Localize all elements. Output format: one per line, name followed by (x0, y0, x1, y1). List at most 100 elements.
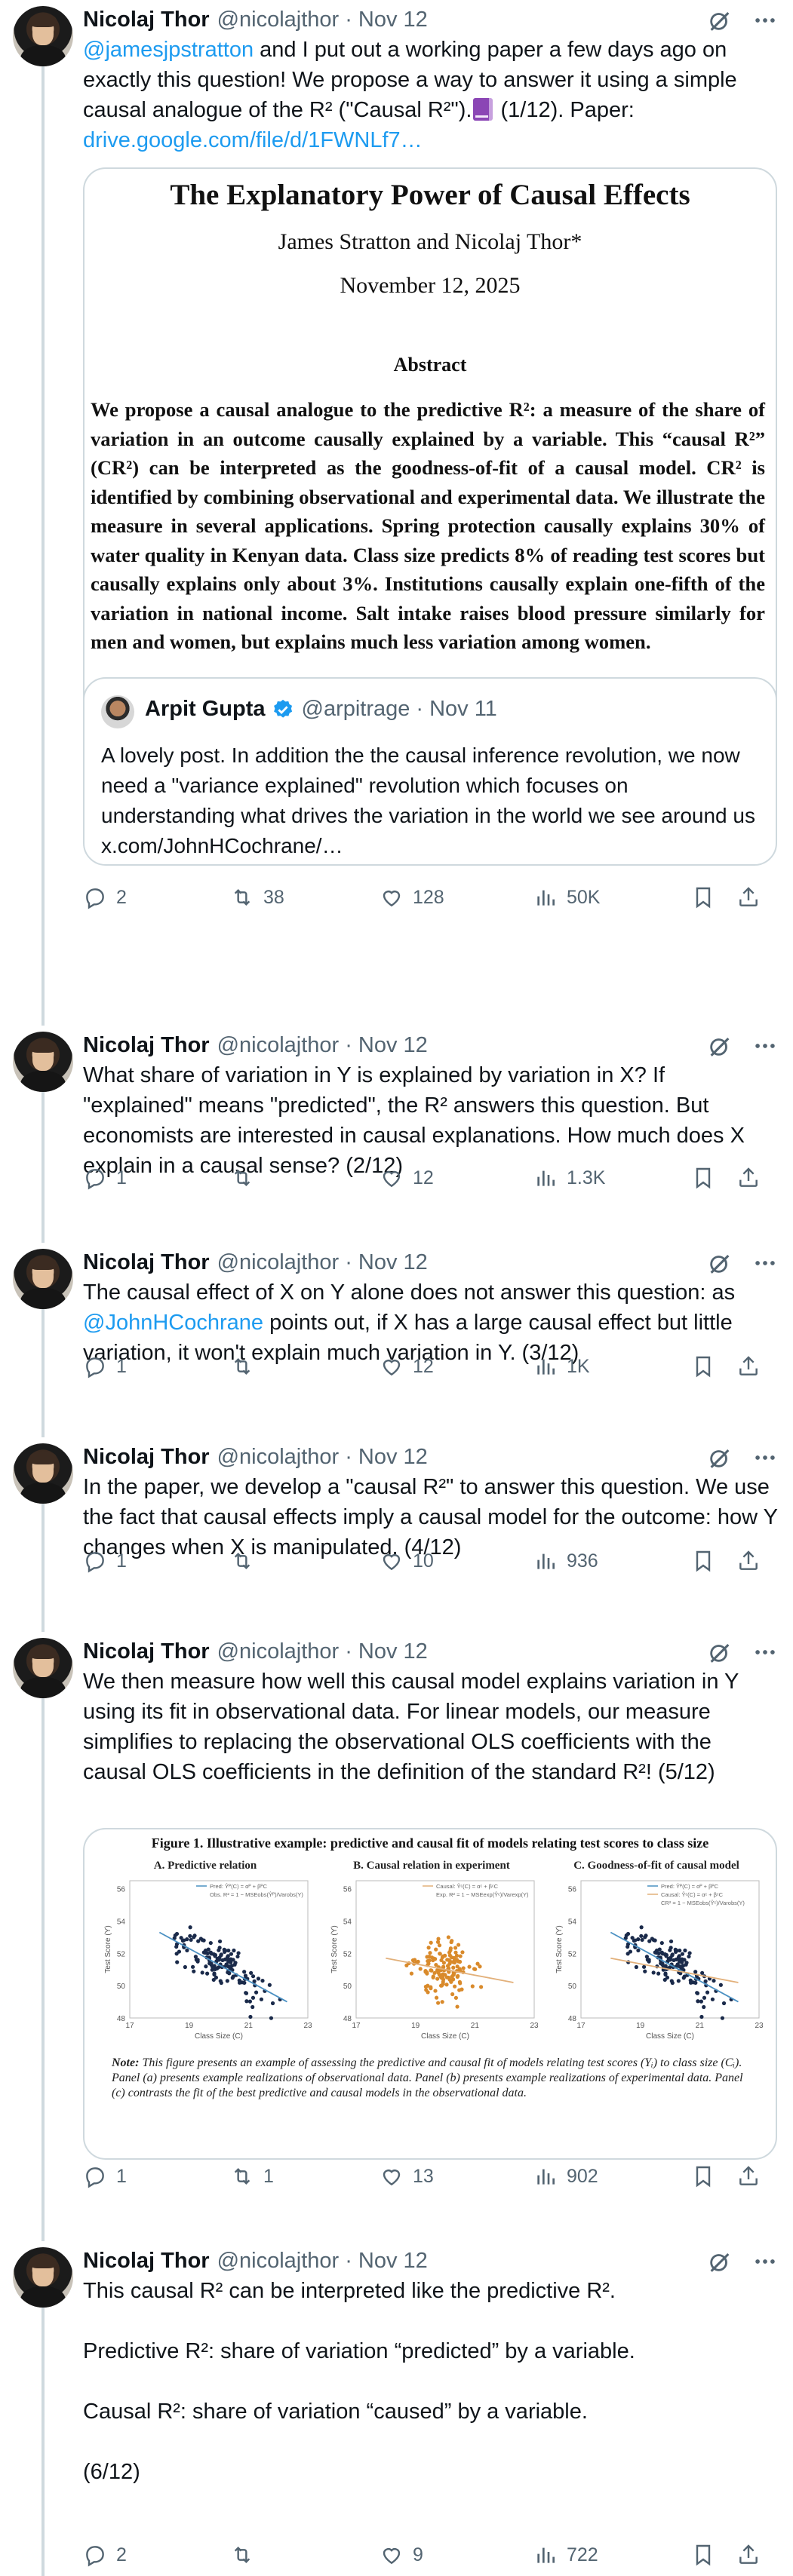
author-handle[interactable]: @nicolajthor (217, 8, 340, 32)
avatar[interactable] (13, 1638, 73, 1698)
data-point (226, 1959, 231, 1964)
timestamp[interactable]: Nov 12 (358, 8, 428, 32)
more-icon[interactable] (752, 1033, 778, 1059)
timestamp[interactable]: Nov 12 (358, 1639, 428, 1664)
grok-icon[interactable] (707, 1250, 733, 1276)
author-name[interactable]: Nicolaj Thor (83, 8, 210, 32)
views-button[interactable]: 50K (533, 882, 600, 912)
grok-icon[interactable] (707, 1033, 733, 1059)
data-point (654, 1948, 659, 1953)
views-button[interactable]: 1K (533, 1351, 590, 1382)
data-point (188, 1925, 192, 1930)
bookmark-button[interactable] (691, 1546, 715, 1576)
author-handle[interactable]: @nicolajthor (217, 2249, 340, 2274)
paper-link[interactable]: drive.google.com/file/d/1FWNLf7… (83, 128, 423, 152)
views-button[interactable]: 936 (533, 1546, 598, 1576)
more-icon[interactable] (752, 1250, 778, 1276)
retweet-button[interactable] (230, 2540, 254, 2570)
reply-button[interactable]: 2 (83, 882, 127, 912)
reply-button[interactable]: 1 (83, 1351, 127, 1382)
paper-preview-card[interactable]: The Explanatory Power of Causal Effects … (83, 167, 777, 734)
data-point (659, 1940, 664, 1946)
bookmark-button[interactable] (691, 882, 715, 912)
reply-button[interactable]: 1 (83, 2161, 127, 2191)
like-button[interactable]: 9 (380, 2540, 423, 2570)
timestamp[interactable]: Nov 12 (358, 2249, 428, 2274)
bookmark-button[interactable] (691, 2161, 715, 2191)
share-icon (739, 2166, 758, 2185)
more-icon[interactable] (752, 1639, 778, 1665)
bookmark-button[interactable] (691, 2540, 715, 2570)
grok-icon[interactable] (707, 2249, 733, 2274)
more-icon[interactable] (752, 1445, 778, 1470)
figure-image[interactable]: Figure 1. Illustrative example: predicti… (83, 1828, 777, 2160)
share-button[interactable] (736, 882, 761, 912)
author-name[interactable]: Nicolaj Thor (83, 1445, 210, 1470)
grok-icon[interactable] (707, 1445, 733, 1470)
mention-link[interactable]: @JohnHCochrane (83, 1311, 263, 1335)
tweet-paragraph: Predictive R²: share of variation “predi… (83, 2339, 635, 2363)
like-button[interactable]: 13 (380, 2161, 434, 2191)
like-button[interactable]: 12 (380, 1351, 434, 1382)
data-point (219, 1980, 223, 1986)
bookmark-button[interactable] (691, 1163, 715, 1193)
tweet[interactable]: Nicolaj Thor @nicolajthor · Nov 12 This … (0, 2247, 793, 2576)
retweet-button[interactable] (230, 1546, 254, 1576)
avatar[interactable] (13, 1032, 73, 1092)
timestamp[interactable]: Nov 12 (358, 1250, 428, 1275)
author-handle[interactable]: @nicolajthor (217, 1639, 340, 1664)
reply-button[interactable]: 1 (83, 1546, 127, 1576)
avatar[interactable] (13, 2247, 73, 2308)
data-point (174, 1931, 180, 1937)
more-icon[interactable] (752, 8, 778, 33)
share-button[interactable] (736, 1546, 761, 1576)
views-button[interactable]: 902 (533, 2161, 598, 2191)
author-name[interactable]: Nicolaj Thor (83, 1250, 210, 1275)
tweet[interactable]: Nicolaj Thor @nicolajthor · Nov 12 What … (0, 1032, 793, 1220)
timestamp[interactable]: Nov 12 (358, 1445, 428, 1470)
author-handle[interactable]: @nicolajthor (217, 1033, 340, 1058)
more-icon[interactable] (752, 2249, 778, 2274)
quoted-tweet[interactable]: Arpit Gupta @arpitrage · Nov 11 A lovely… (83, 677, 777, 866)
tweet[interactable]: Nicolaj Thor @nicolajthor · Nov 12 In th… (0, 1443, 793, 1617)
like-button[interactable]: 10 (380, 1546, 434, 1576)
like-button[interactable]: 12 (380, 1163, 434, 1193)
data-point (439, 1975, 444, 1980)
views-button[interactable]: 1.3K (533, 1163, 605, 1193)
data-point (209, 1952, 214, 1956)
avatar[interactable] (13, 1249, 73, 1309)
avatar[interactable] (13, 1443, 73, 1504)
avatar[interactable] (13, 6, 73, 66)
author-handle[interactable]: @nicolajthor (217, 1445, 340, 1470)
author-name[interactable]: Nicolaj Thor (83, 1639, 210, 1664)
share-button[interactable] (736, 2540, 761, 2570)
retweet-button[interactable]: 1 (230, 2161, 274, 2191)
bookmark-icon (696, 887, 711, 909)
data-point (220, 1958, 225, 1962)
grok-icon[interactable] (707, 8, 733, 33)
retweet-button[interactable] (230, 1351, 254, 1382)
data-point (439, 1983, 444, 1988)
like-button[interactable]: 128 (380, 882, 444, 912)
data-point (227, 1964, 232, 1969)
reply-button[interactable]: 1 (83, 1163, 127, 1193)
timestamp[interactable]: Nov 12 (358, 1033, 428, 1058)
reply-button[interactable]: 2 (83, 2540, 127, 2570)
x-tick-label: 23 (530, 2022, 539, 2030)
share-button[interactable] (736, 2161, 761, 2191)
bookmark-button[interactable] (691, 1351, 715, 1382)
mention-link[interactable]: @jamesjpstratton (83, 38, 254, 62)
retweet-button[interactable] (230, 1163, 254, 1193)
author-name[interactable]: Nicolaj Thor (83, 1033, 210, 1058)
author-handle[interactable]: @nicolajthor (217, 1250, 340, 1275)
abstract-heading: Abstract (393, 354, 467, 376)
grok-icon[interactable] (707, 1639, 733, 1665)
y-tick-label: 50 (343, 1983, 352, 1991)
tweet[interactable]: Nicolaj Thor @nicolajthor · Nov 12 The c… (0, 1249, 793, 1422)
author-name[interactable]: Nicolaj Thor (83, 2249, 210, 2274)
panel-a: A. Predictive relation 56 54 52 50 48 17 19 21 2… (95, 1860, 315, 2048)
share-button[interactable] (736, 1163, 761, 1193)
retweet-button[interactable]: 38 (230, 882, 284, 912)
views-button[interactable]: 722 (533, 2540, 598, 2570)
share-button[interactable] (736, 1351, 761, 1382)
